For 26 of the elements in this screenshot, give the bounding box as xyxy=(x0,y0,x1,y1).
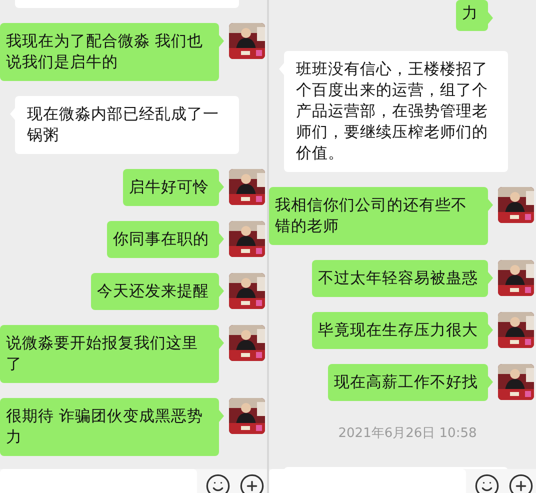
message-bubble: 你同事在职的 xyxy=(107,221,219,258)
bubble-tail xyxy=(488,12,493,24)
message-bubble: 启牛好可怜 xyxy=(123,169,219,206)
message-bubble: 很期待 诈骗团伙变成黑恶势力 xyxy=(0,398,219,456)
bubble-tail xyxy=(219,35,224,47)
bubble-tail xyxy=(219,337,224,349)
bubble-tail xyxy=(219,410,224,422)
message-bubble: 班班没有信心，王楼楼招了个百度出来的运营，组了个产品运营部，在强势管理老师们，要继续压榨老师们的价值。 xyxy=(284,51,508,172)
message-bubble: 毕竟现在生存压力很大 xyxy=(312,312,488,349)
message-bubble: 现在微淼内部已经乱成了一锅粥 xyxy=(15,96,239,154)
message-bubble: 现在高薪工作不好找 xyxy=(328,364,488,401)
bubble-tail xyxy=(219,233,224,245)
bubble-tail xyxy=(488,324,493,336)
bubble-tail xyxy=(488,199,493,211)
message-bubble: 我相信你们公司的还有些不错的老师 xyxy=(269,187,488,245)
timestamp: 2021年6月26日 10:58 xyxy=(338,425,477,442)
bubble-tail xyxy=(488,272,493,284)
message-bubble: 力 xyxy=(456,0,488,31)
message-bubble: 不过太年轻容易被蛊惑 xyxy=(312,260,488,297)
input-field[interactable] xyxy=(269,469,466,493)
message-bubble: 今天还发来提醒 xyxy=(91,273,219,310)
message-bubble: 我现在为了配合微淼 我们也说我们是启牛的 xyxy=(0,23,219,81)
bubble-tail xyxy=(219,285,224,297)
bubble-tail xyxy=(488,376,493,388)
bubble-tail xyxy=(219,181,224,193)
message-bubble: 说微淼要开始报复我们这里了 xyxy=(0,325,219,383)
